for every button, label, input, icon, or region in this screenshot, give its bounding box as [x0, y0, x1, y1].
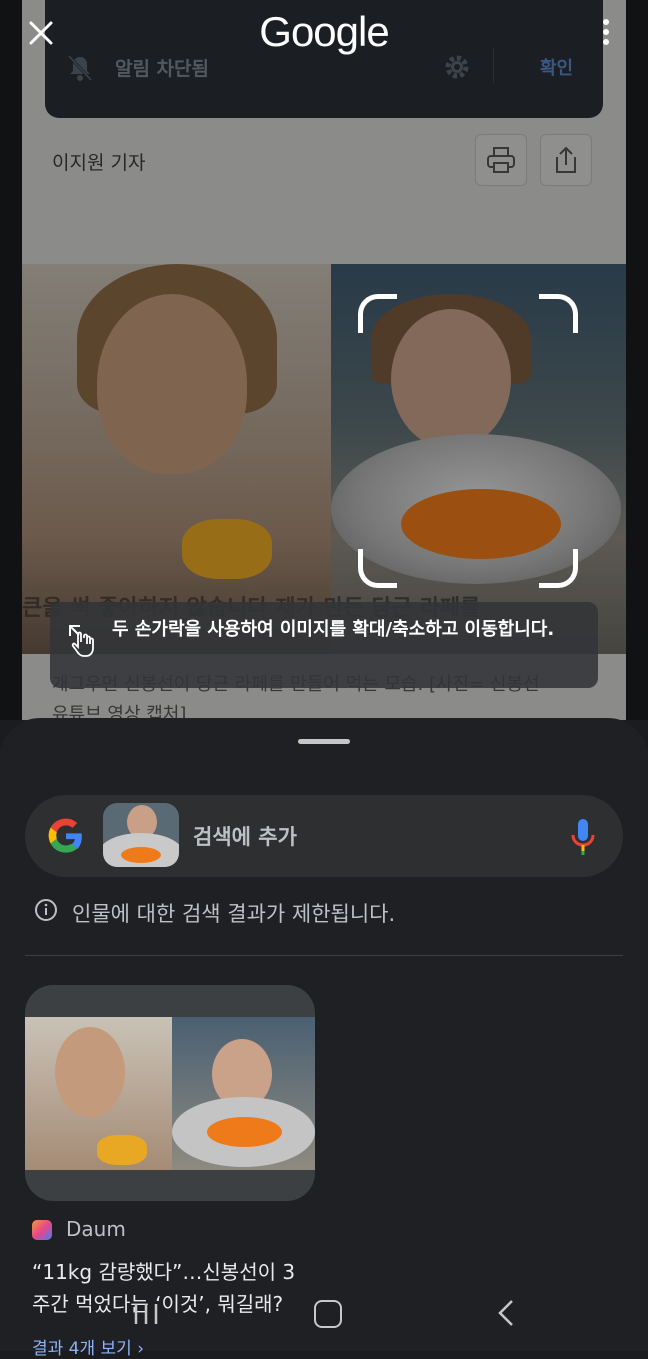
search-input[interactable]: 검색에 추가: [193, 821, 297, 851]
result-source: Daum: [66, 1217, 126, 1241]
gesture-hint-toast: 두 손가락을 사용하여 이미지를 확대/축소하고 이동합니다.: [50, 602, 598, 688]
pinch-zoom-icon: [69, 625, 94, 657]
gesture-hint-text: 두 손가락을 사용하여 이미지를 확대/축소하고 이동합니다.: [112, 619, 555, 640]
more-options-button[interactable]: [594, 16, 618, 52]
home-button[interactable]: [314, 1300, 342, 1328]
google-g-icon: [48, 818, 82, 853]
divider: [25, 955, 623, 956]
query-image-thumbnail[interactable]: [103, 803, 179, 867]
google-logo: Google: [259, 8, 389, 55]
sheet-drag-handle[interactable]: [298, 739, 350, 744]
back-button[interactable]: [496, 1298, 516, 1328]
microphone-icon[interactable]: [569, 817, 597, 857]
results-bottom-sheet: 검색에 추가 인물에 대한 검색 결과가 제한됩니다. Daum “11kg 감…: [0, 718, 648, 1359]
crop-handle-top-left[interactable]: [358, 294, 397, 333]
lens-top-bar: Google: [0, 0, 648, 70]
daum-favicon-icon: [32, 1220, 52, 1240]
info-icon: [35, 899, 57, 921]
recent-apps-button[interactable]: [133, 1302, 159, 1326]
system-navigation-bar: [0, 1280, 648, 1351]
crop-handle-bottom-right[interactable]: [539, 549, 578, 588]
result-image: [25, 1017, 315, 1170]
search-bar[interactable]: 검색에 추가: [25, 795, 623, 877]
result-image-card[interactable]: [25, 985, 315, 1201]
crop-handle-bottom-left[interactable]: [358, 549, 397, 588]
selection-frame[interactable]: [358, 294, 578, 588]
crop-handle-top-right[interactable]: [539, 294, 578, 333]
people-results-notice: 인물에 대한 검색 결과가 제한됩니다.: [72, 902, 396, 926]
